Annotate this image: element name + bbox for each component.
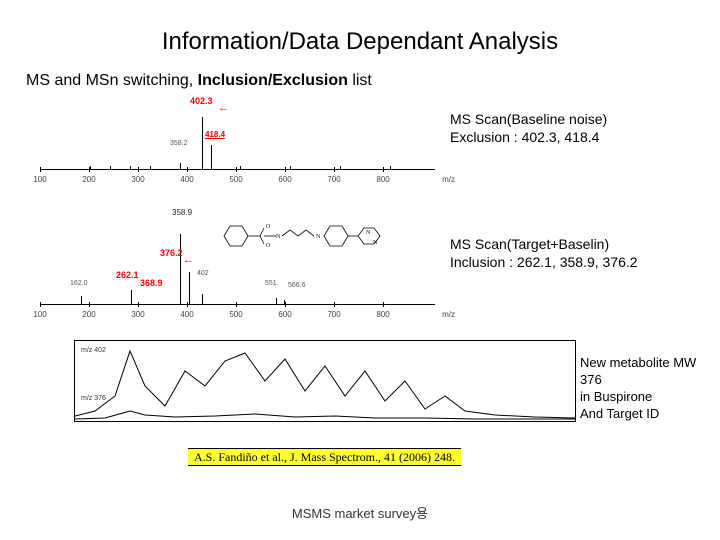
citation: A.S. Fandiño et al., J. Mass Spectrom., … xyxy=(188,448,461,466)
xaxis-tick: 300 xyxy=(131,175,144,184)
xaxis-tick: 100 xyxy=(33,175,46,184)
xaxis-label: m/z xyxy=(442,175,455,184)
spectrum-1-xaxis xyxy=(40,169,435,170)
xaxis-tick: 600 xyxy=(278,175,291,184)
caption-3: New metabolite MW 376 in Buspirone And T… xyxy=(580,355,720,423)
peak-label-402: 402.3 xyxy=(190,96,213,106)
peak-551 xyxy=(276,298,277,304)
svg-text:N: N xyxy=(366,230,371,236)
peak-label-358: 358.2 xyxy=(170,140,188,147)
peak-358 xyxy=(180,234,181,304)
peak-262 xyxy=(131,290,132,304)
footer-text: MSMS market survey용 xyxy=(0,503,720,522)
xaxis-tick: 600 xyxy=(278,310,291,319)
xaxis-tick: 700 xyxy=(327,175,340,184)
caption-2: MS Scan(Target+Baselin) Inclusion : 262.… xyxy=(450,235,638,271)
subtitle-bold: Inclusion/Exclusion xyxy=(198,72,348,89)
xaxis-tick: 300 xyxy=(131,310,144,319)
chromatogram: m/z 402 m/z 376 xyxy=(74,340,576,422)
svg-text:N: N xyxy=(276,234,281,240)
peak-376 xyxy=(189,272,190,304)
slide-title: Information/Data Dependant Analysis xyxy=(0,28,720,56)
caption-3-line3: And Target ID xyxy=(580,406,720,423)
svg-text:O: O xyxy=(266,224,271,230)
subtitle-suffix: list xyxy=(348,72,372,89)
slide-subtitle: MS and MSn switching, Inclusion/Exclusio… xyxy=(26,72,372,90)
xaxis-tick: 500 xyxy=(229,175,242,184)
peak-418 xyxy=(211,145,212,169)
svg-text:N: N xyxy=(316,234,321,240)
arrow-icon: ← xyxy=(218,102,229,114)
peak-label-358: 358.9 xyxy=(172,208,192,217)
svg-text:O: O xyxy=(266,243,271,249)
svg-text:N: N xyxy=(373,240,378,246)
caption-1: MS Scan(Baseline noise) Exclusion : 402.… xyxy=(450,110,607,146)
trace-label-402: m/z 402 xyxy=(81,347,106,354)
caption-3-line2: in Buspirone xyxy=(580,389,720,406)
subtitle-prefix: MS and MSn switching, xyxy=(26,72,198,89)
peak-402 xyxy=(202,294,203,304)
spectrum-2-xaxis xyxy=(40,304,435,305)
xaxis-tick: 400 xyxy=(180,310,193,319)
caption-2-line2: Inclusion : 262.1, 358.9, 376.2 xyxy=(450,253,638,271)
peak-label-566: 566.6 xyxy=(288,282,306,289)
peak-label-376: 376.2 xyxy=(160,248,183,258)
peak-label-402: 402 xyxy=(197,270,209,277)
xaxis-tick: 200 xyxy=(82,310,95,319)
caption-2-line1: MS Scan(Target+Baselin) xyxy=(450,235,638,253)
trace-label-376: m/z 376 xyxy=(81,395,106,402)
xaxis-tick: 800 xyxy=(376,175,389,184)
spectrum-1: 100 200 300 400 500 600 700 800 m/z 402.… xyxy=(40,100,435,170)
peak-358 xyxy=(180,163,181,169)
peak-label-368: 368.9 xyxy=(140,278,163,288)
caption-1-line1: MS Scan(Baseline noise) xyxy=(450,110,607,128)
xaxis-tick: 700 xyxy=(327,310,340,319)
xaxis-tick: 100 xyxy=(33,310,46,319)
caption-3-line1: New metabolite MW 376 xyxy=(580,355,720,389)
xaxis-tick: 200 xyxy=(82,175,95,184)
molecule-structure: O O N N N N xyxy=(216,214,386,258)
peak-402 xyxy=(202,117,203,169)
peak-566 xyxy=(284,300,285,304)
peak-162 xyxy=(81,296,82,304)
xaxis-tick: 400 xyxy=(180,175,193,184)
xaxis-tick: 800 xyxy=(376,310,389,319)
citation-wrap: A.S. Fandiño et al., J. Mass Spectrom., … xyxy=(188,448,461,466)
xaxis-tick: 500 xyxy=(229,310,242,319)
peak-label-162: 162.0 xyxy=(70,280,88,287)
peak-label-418: 418.4 xyxy=(205,130,225,139)
caption-1-line2: Exclusion : 402.3, 418.4 xyxy=(450,128,607,146)
xaxis-label: m/z xyxy=(442,310,455,319)
peak-label-551: 551. xyxy=(265,280,279,287)
peak-label-262: 262.1 xyxy=(116,270,139,280)
arrow-icon: ← xyxy=(183,254,194,266)
